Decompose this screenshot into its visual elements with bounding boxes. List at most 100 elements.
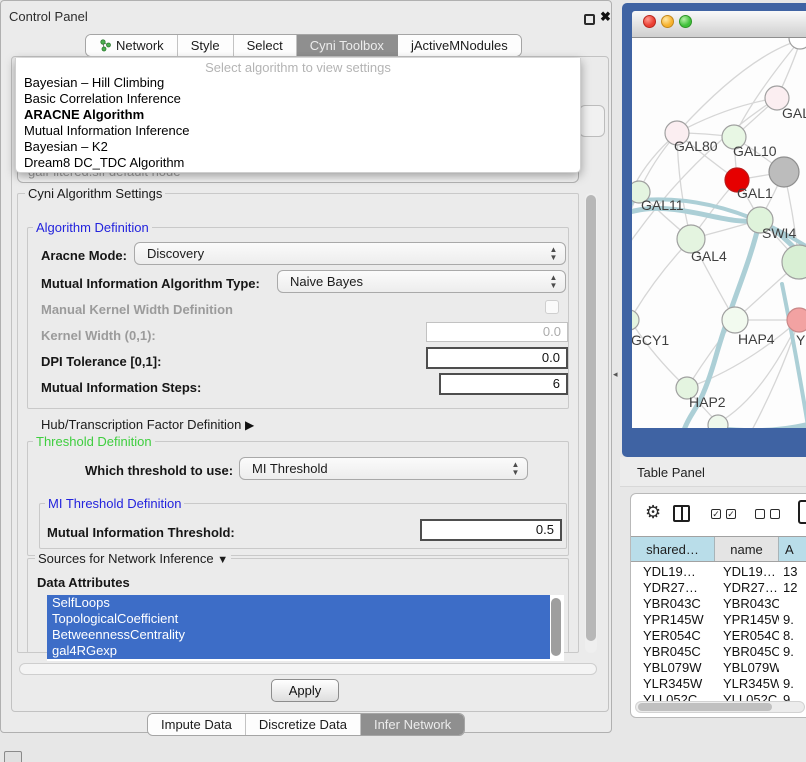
table-row[interactable]: YBR043CYBR043C bbox=[631, 596, 806, 612]
attribute-list-item[interactable]: BetweennessCentrality bbox=[47, 627, 550, 643]
manual-kernel-width-checkbox[interactable] bbox=[545, 300, 559, 314]
tab-jactivemnodules[interactable]: jActiveMNodules bbox=[398, 35, 521, 56]
network-node[interactable] bbox=[708, 415, 728, 428]
table-cell: YDL19… bbox=[715, 564, 779, 580]
network-node[interactable] bbox=[722, 307, 748, 333]
tab-style[interactable]: Style bbox=[178, 35, 234, 56]
table-horizontal-scrollbar[interactable] bbox=[635, 701, 805, 713]
cyni-algorithm-settings-title: Cyni Algorithm Settings bbox=[25, 186, 165, 201]
close-traffic-light-icon[interactable] bbox=[643, 15, 656, 28]
column-header-partial[interactable]: A bbox=[779, 537, 806, 561]
mi-steps-field[interactable]: 6 bbox=[439, 373, 568, 395]
attribute-list-item[interactable]: SelfLoops bbox=[47, 595, 550, 611]
splitter-collapse-icon[interactable]: ◂ bbox=[613, 369, 618, 380]
tab-cyni-toolbox[interactable]: Cyni Toolbox bbox=[297, 35, 398, 56]
expand-right-icon: ▶ bbox=[245, 418, 254, 432]
dpi-tolerance-field[interactable]: 0.0 bbox=[426, 347, 568, 369]
table-cell bbox=[779, 596, 806, 612]
algorithm-dropdown-prompt: Select algorithm to view settings bbox=[16, 60, 580, 75]
export-table-icon[interactable] bbox=[798, 500, 806, 524]
network-graph[interactable]: GALGAL80GAL10GAL1GAL11SWI4GAL4GCY1HAP4YH… bbox=[632, 38, 806, 428]
tab-network[interactable]: Network bbox=[86, 35, 178, 56]
table-row[interactable]: YDL19…YDL19…13 bbox=[631, 564, 806, 580]
network-node-label: Y bbox=[796, 332, 806, 348]
unchecked-checkbox-icon[interactable] bbox=[755, 509, 765, 519]
unchecked-checkbox-icon[interactable] bbox=[770, 509, 780, 519]
checked-checkbox-icon[interactable]: ✓ bbox=[726, 509, 736, 519]
algorithm-option[interactable]: Bayesian – K2 bbox=[16, 139, 580, 155]
mi-algorithm-type-label: Mutual Information Algorithm Type: bbox=[41, 276, 260, 291]
table-row[interactable]: YBR045CYBR045C9. bbox=[631, 644, 806, 660]
attribute-list-item[interactable]: gal4RGexp bbox=[47, 643, 550, 659]
table-cell: 13 bbox=[779, 564, 806, 580]
tab-discretize-data[interactable]: Discretize Data bbox=[246, 714, 361, 735]
checked-checkbox-icon[interactable]: ✓ bbox=[711, 509, 721, 519]
table-cell: YBR045C bbox=[631, 644, 715, 660]
table-cell: YLR345W bbox=[631, 676, 715, 692]
table-cell: 8. bbox=[779, 628, 806, 644]
column-header-name[interactable]: name bbox=[715, 537, 779, 561]
network-edge-thick[interactable] bbox=[728, 424, 806, 428]
sources-group-title[interactable]: Sources for Network Inference ▼ bbox=[35, 551, 231, 566]
table-row[interactable]: YER054CYER054C8. bbox=[631, 628, 806, 644]
tab-impute-data[interactable]: Impute Data bbox=[148, 714, 246, 735]
mi-algorithm-type-combobox[interactable]: Naive Bayes ▲▼ bbox=[277, 270, 566, 293]
algorithm-option[interactable]: Bayesian – Hill Climbing bbox=[16, 75, 580, 91]
table-row[interactable]: YBL079WYBL079W bbox=[631, 660, 806, 676]
network-node[interactable] bbox=[632, 310, 639, 330]
attribute-list-item[interactable]: TopologicalCoefficient bbox=[47, 611, 550, 627]
combo-spinner-icon: ▲▼ bbox=[549, 246, 558, 262]
network-edge[interactable] bbox=[632, 320, 687, 388]
algorithm-option[interactable]: Dream8 DC_TDC Algorithm bbox=[16, 155, 580, 171]
tab-infer-network[interactable]: Infer Network bbox=[361, 714, 464, 735]
combo-spinner-icon: ▲▼ bbox=[511, 461, 520, 477]
column-header-shared-name[interactable]: shared… bbox=[631, 537, 715, 561]
settings-horizontal-scrollbar[interactable] bbox=[19, 663, 597, 675]
columns-icon[interactable] bbox=[673, 505, 690, 522]
control-panel-tabbar: Network Style Select Cyni Toolbox jActiv… bbox=[85, 34, 522, 57]
algorithm-option[interactable]: Basic Correlation Inference bbox=[16, 91, 580, 107]
hub-definition-toggle[interactable]: Hub/Transcription Factor Definition ▶ bbox=[41, 417, 254, 432]
network-edge-thick[interactable] bbox=[782, 284, 806, 426]
aracne-mode-combobox[interactable]: Discovery ▲▼ bbox=[134, 242, 566, 265]
table-cell: YBL079W bbox=[631, 660, 715, 676]
network-canvas[interactable]: GALGAL80GAL10GAL1GAL11SWI4GAL4GCY1HAP4YH… bbox=[632, 38, 806, 428]
apply-button[interactable]: Apply bbox=[271, 679, 339, 702]
network-edge[interactable] bbox=[632, 239, 691, 320]
tab-select[interactable]: Select bbox=[234, 35, 297, 56]
close-icon[interactable]: ✖ bbox=[600, 9, 611, 25]
table-cell: 9. bbox=[779, 676, 806, 692]
dpi-tolerance-label: DPI Tolerance [0,1]: bbox=[41, 354, 161, 369]
network-node[interactable] bbox=[769, 157, 799, 187]
network-node-label: GAL11 bbox=[641, 197, 684, 213]
settings-vertical-scrollbar-thumb[interactable] bbox=[586, 195, 596, 641]
data-attributes-list[interactable]: SelfLoopsTopologicalCoefficientBetweenne… bbox=[47, 595, 564, 661]
float-window-icon[interactable] bbox=[584, 14, 595, 25]
table-row[interactable]: YDR27…YDR27…12 bbox=[631, 580, 806, 596]
table-cell: 12 bbox=[779, 580, 806, 596]
table-horizontal-scrollbar-thumb[interactable] bbox=[638, 703, 772, 711]
kernel-width-field[interactable]: 0.0 bbox=[426, 322, 568, 342]
zoom-traffic-light-icon[interactable] bbox=[679, 15, 692, 28]
which-threshold-combobox[interactable]: MI Threshold ▲▼ bbox=[239, 457, 528, 480]
mi-threshold-field[interactable]: 0.5 bbox=[420, 519, 562, 541]
minimize-traffic-light-icon[interactable] bbox=[661, 15, 674, 28]
network-node[interactable] bbox=[789, 38, 806, 49]
table-row[interactable]: YLR345WYLR345W9. bbox=[631, 676, 806, 692]
table-cell: YDR27… bbox=[631, 580, 715, 596]
network-node-label: SWI4 bbox=[762, 225, 796, 241]
minimized-panel-icon[interactable] bbox=[4, 751, 22, 762]
network-window-titlebar[interactable] bbox=[632, 11, 806, 38]
network-node-label: GAL4 bbox=[691, 248, 727, 264]
algorithm-option[interactable]: ARACNE Algorithm bbox=[16, 107, 580, 123]
threshold-definition-title: Threshold Definition bbox=[33, 434, 155, 449]
attributes-scrollbar-thumb[interactable] bbox=[551, 598, 561, 656]
table-header-row: shared… name A bbox=[631, 536, 806, 562]
algorithm-option[interactable]: Mutual Information Inference bbox=[16, 123, 580, 139]
network-tab-icon bbox=[99, 39, 112, 52]
table-row[interactable]: YPR145WYPR145W9. bbox=[631, 612, 806, 628]
table-cell: YBR043C bbox=[631, 596, 715, 612]
gear-icon[interactable]: ⚙ bbox=[645, 502, 661, 523]
network-node-label: GAL bbox=[782, 105, 806, 121]
network-node[interactable] bbox=[787, 308, 806, 332]
